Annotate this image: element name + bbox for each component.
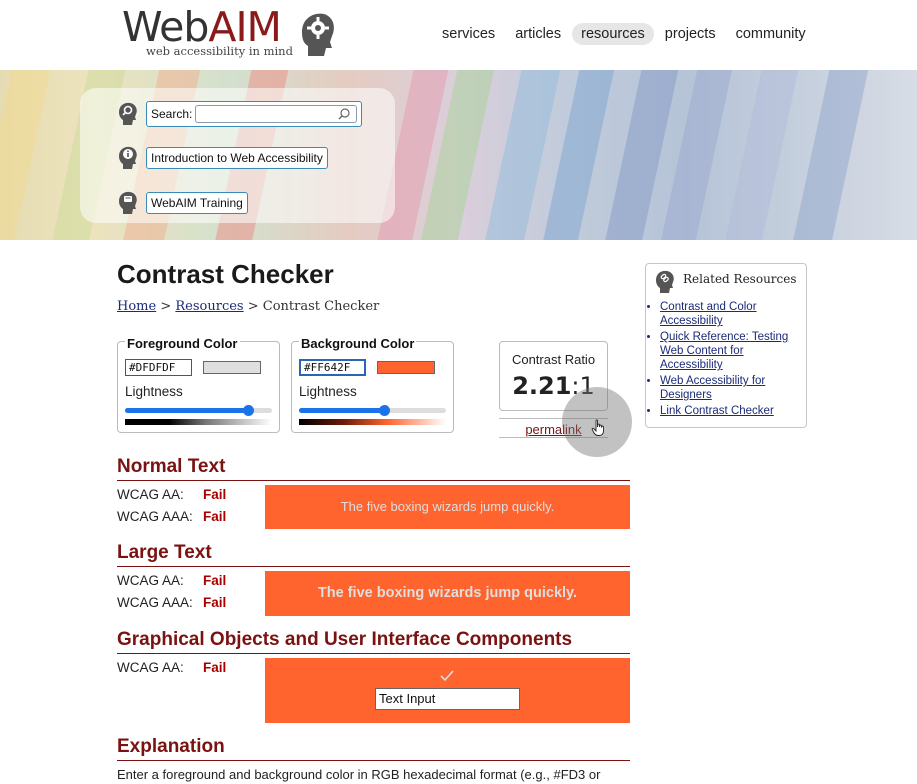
magnifier-icon[interactable]: [337, 107, 351, 121]
training-link[interactable]: WebAIM Training: [146, 192, 248, 214]
slider-thumb[interactable]: [243, 405, 255, 416]
graphical-objects-heading: Graphical Objects and User Interface Com…: [117, 629, 630, 654]
related-resources-panel: Related Resources Contrast and Color Acc…: [645, 263, 807, 428]
site-header: WebAIM web accessibility in mind service…: [0, 0, 917, 70]
large-text-heading: Large Text: [117, 542, 630, 567]
background-lightness-gradient: [299, 419, 446, 425]
background-hex-input[interactable]: #FF642F: [299, 359, 366, 376]
head-gear-icon: [302, 13, 334, 56]
info-head-icon: [119, 146, 137, 169]
normal-text-heading: Normal Text: [117, 456, 630, 481]
sample-text-input[interactable]: Text Input: [375, 688, 520, 710]
link-head-icon: [656, 270, 674, 293]
breadcrumb-resources[interactable]: Resources: [175, 299, 243, 314]
graphical-sample: Text Input: [265, 658, 630, 723]
foreground-lightness-slider[interactable]: [125, 405, 272, 416]
large-aaa-result: Fail: [203, 595, 227, 610]
search-form: Search:: [146, 101, 363, 127]
normal-aa-result: Fail: [203, 487, 227, 502]
nav-articles[interactable]: articles: [506, 23, 570, 45]
foreground-lightness-label: Lightness: [125, 384, 183, 399]
related-resources-list: Contrast and Color Accessibility Quick R…: [660, 300, 802, 420]
nav-resources[interactable]: resources: [572, 23, 654, 45]
list-item: Contrast and Color Accessibility: [660, 300, 802, 328]
breadcrumb-current: Contrast Checker: [262, 299, 380, 314]
related-link-link-contrast[interactable]: Link Contrast Checker: [660, 405, 774, 417]
background-color-picker[interactable]: [377, 361, 435, 374]
nav-community[interactable]: community: [727, 23, 815, 45]
foreground-color-group: Foreground Color #DFDFDF Lightness: [117, 336, 280, 433]
slider-fill: [299, 408, 385, 413]
search-head-icon: [119, 102, 137, 125]
nav-services[interactable]: services: [433, 23, 504, 45]
intro-row: Introduction to Web Accessibility: [116, 145, 328, 171]
webaim-logo[interactable]: WebAIM web accessibility in mind: [122, 4, 337, 62]
search-row: Search:: [116, 101, 363, 127]
related-link-contrast-color[interactable]: Contrast and Color Accessibility: [660, 301, 757, 327]
large-aa-label: WCAG AA:: [117, 573, 184, 588]
large-aaa-label: WCAG AAA:: [117, 595, 193, 610]
normal-aaa-result: Fail: [203, 509, 227, 524]
related-resources-title: Related Resources: [683, 272, 797, 286]
breadcrumb: Home > Resources > Contrast Checker: [117, 299, 379, 314]
foreground-label: Foreground Color: [125, 336, 240, 351]
quick-links-panel: Search: Introduction to Web Accessibilit…: [80, 88, 395, 223]
normal-aaa-label: WCAG AAA:: [117, 509, 193, 524]
slider-fill: [125, 408, 249, 413]
list-item: Link Contrast Checker: [660, 404, 802, 418]
logo-tagline: web accessibility in mind: [146, 44, 293, 58]
large-aa-result: Fail: [203, 573, 227, 588]
contrast-ratio-label: Contrast Ratio: [511, 352, 596, 367]
normal-text-sample: The five boxing wizards jump quickly.: [265, 485, 630, 529]
nav-projects[interactable]: projects: [656, 23, 725, 45]
background-color-group: Background Color #FF642F Lightness: [291, 336, 454, 433]
background-label: Background Color: [299, 336, 417, 351]
training-head-icon: [119, 191, 137, 214]
intro-link[interactable]: Introduction to Web Accessibility: [146, 147, 328, 169]
graphical-aa-label: WCAG AA:: [117, 660, 184, 675]
list-item: Web Accessibility for Designers: [660, 374, 802, 402]
related-link-designers[interactable]: Web Accessibility for Designers: [660, 375, 765, 401]
large-text-sample: The five boxing wizards jump quickly.: [265, 571, 630, 616]
training-row: WebAIM Training: [116, 190, 248, 216]
list-item: Quick Reference: Testing Web Content for…: [660, 330, 802, 372]
background-lightness-label: Lightness: [299, 384, 357, 399]
background-lightness-slider[interactable]: [299, 405, 446, 416]
hero-banner: Search: Introduction to Web Accessibilit…: [0, 70, 917, 240]
checkmark-icon: [440, 670, 454, 682]
breadcrumb-separator: >: [160, 299, 172, 314]
slider-thumb[interactable]: [379, 405, 391, 416]
foreground-color-picker[interactable]: [203, 361, 261, 374]
main-nav: services articles resources projects com…: [433, 23, 815, 47]
search-input[interactable]: [195, 105, 358, 123]
search-label: Search:: [151, 107, 193, 121]
graphical-aa-result: Fail: [203, 660, 227, 675]
foreground-hex-input[interactable]: #DFDFDF: [125, 359, 192, 376]
explanation-heading: Explanation: [117, 736, 630, 761]
normal-aa-label: WCAG AA:: [117, 487, 184, 502]
breadcrumb-separator: >: [247, 299, 259, 314]
explanation-text: Enter a foreground and background color …: [117, 767, 601, 782]
related-link-quick-reference[interactable]: Quick Reference: Testing Web Content for…: [660, 331, 788, 371]
page-title: Contrast Checker: [117, 259, 334, 289]
hand-cursor-icon: [591, 419, 604, 436]
breadcrumb-home[interactable]: Home: [117, 299, 156, 314]
foreground-lightness-gradient: [125, 419, 272, 425]
